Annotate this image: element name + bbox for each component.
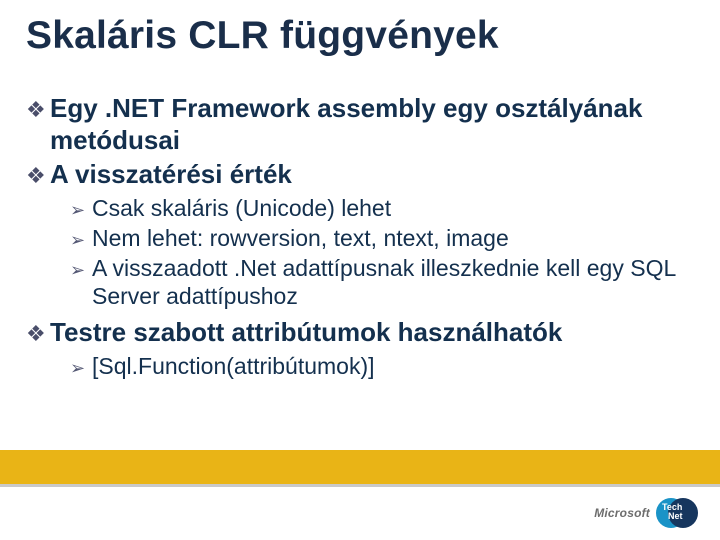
bullet-text: [Sql.Function(attribútumok)] (92, 352, 375, 380)
bullet-level1: ❖ A visszatérési érték (26, 158, 694, 192)
bullet-text: Csak skaláris (Unicode) lehet (92, 194, 391, 222)
bullet-text: Nem lehet: rowversion, text, ntext, imag… (92, 224, 509, 252)
footer-logo: Microsoft TechNet (594, 498, 698, 528)
bullet-level2: ➢ Nem lehet: rowversion, text, ntext, im… (70, 224, 694, 254)
technet-icon: TechNet (656, 498, 698, 528)
diamond-icon: ❖ (26, 158, 50, 192)
bullet-level2: ➢ [Sql.Function(attribútumok)] (70, 352, 694, 382)
bullet-level1: ❖ Testre szabott attribútumok használhat… (26, 316, 694, 350)
arrow-icon: ➢ (70, 224, 92, 254)
microsoft-wordmark: Microsoft (594, 506, 650, 520)
technet-label: TechNet (662, 503, 683, 521)
footer-divider (0, 484, 720, 487)
bullet-level2: ➢ A visszaadott .Net adattípusnak illesz… (70, 254, 694, 310)
slide-title: Skaláris CLR függvények (26, 14, 499, 58)
slide-content: ❖ Egy .NET Framework assembly egy osztál… (26, 92, 694, 388)
sub-bullet-group: ➢ [Sql.Function(attribútumok)] (26, 352, 694, 382)
diamond-icon: ❖ (26, 316, 50, 350)
bullet-level1: ❖ Egy .NET Framework assembly egy osztál… (26, 92, 694, 156)
bullet-text: Egy .NET Framework assembly egy osztályá… (50, 92, 694, 156)
arrow-icon: ➢ (70, 254, 92, 284)
arrow-icon: ➢ (70, 352, 92, 382)
sub-bullet-group: ➢ Csak skaláris (Unicode) lehet ➢ Nem le… (26, 194, 694, 310)
diamond-icon: ❖ (26, 92, 50, 126)
bullet-text: A visszatérési érték (50, 158, 292, 190)
arrow-icon: ➢ (70, 194, 92, 224)
bullet-text: A visszaadott .Net adattípusnak illeszke… (92, 254, 694, 310)
bullet-text: Testre szabott attribútumok használhatók (50, 316, 562, 348)
bullet-level2: ➢ Csak skaláris (Unicode) lehet (70, 194, 694, 224)
footer-accent-bar (0, 450, 720, 484)
slide: Skaláris CLR függvények ❖ Egy .NET Frame… (0, 0, 720, 540)
